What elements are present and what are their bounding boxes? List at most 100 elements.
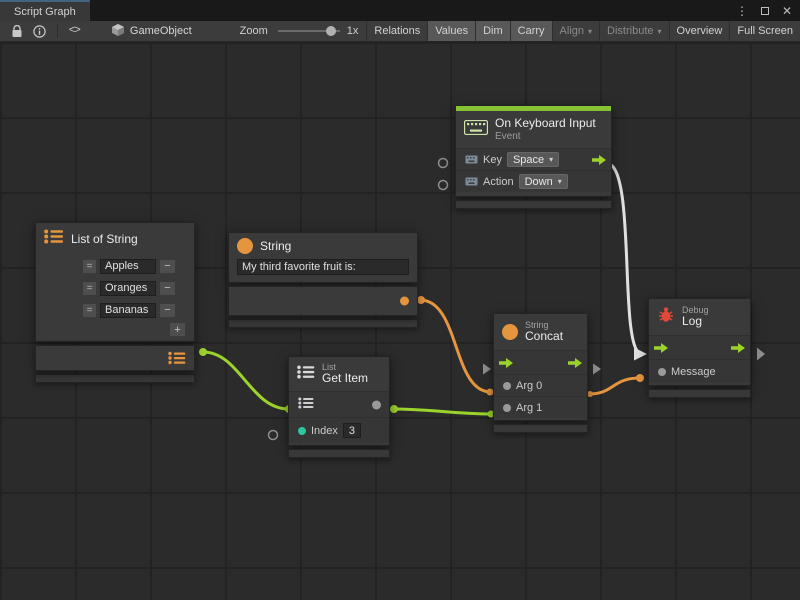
list-item-field[interactable]: Oranges [100,281,156,296]
fullscreen-button[interactable]: Full Screen [729,21,800,42]
overview-button[interactable]: Overview [669,21,730,42]
gameobject-selector[interactable]: GameObject [111,23,192,40]
list-icon [168,352,186,365]
key-dropdown-value: Space [513,154,544,166]
arg1-label: Arg 1 [516,402,542,414]
caret-down-icon: ▾ [658,27,662,36]
flow-in-port[interactable] [654,343,668,353]
carry-button[interactable]: Carry [510,21,552,42]
wire-endpoint-dot[interactable] [199,348,207,356]
node-on-keyboard-input[interactable]: On Keyboard Input Event Key Space ▾ [455,105,612,209]
add-item-button[interactable]: + [169,322,186,337]
reorder-handle[interactable]: = [82,259,97,274]
key-label: Key [483,154,502,166]
align-button[interactable]: Align ▾ [552,21,599,42]
list-item-field[interactable]: Apples [100,259,156,274]
graph-toolbar: <> GameObject Zoom 1x Relations Values D… [0,21,800,42]
code-icon[interactable]: <> [69,25,80,37]
cube-icon [111,23,125,40]
item-output-port[interactable] [372,400,381,409]
node-footer [493,424,588,433]
lock-icon[interactable] [11,25,23,38]
wire-endpoint-dot[interactable] [417,296,425,304]
remove-item-button[interactable]: − [159,259,176,274]
string-output-port[interactable] [400,297,409,306]
zoom-slider[interactable] [278,26,340,36]
index-input-port[interactable] [298,427,306,435]
flow-out-port[interactable] [731,343,745,353]
flow-out-port[interactable] [592,155,606,165]
wire-list-to-getitem[interactable] [203,352,289,409]
arg0-row: Arg 0 [494,374,587,396]
toolbar-buttons: Relations Values Dim Carry Align ▾ Distr… [366,21,800,42]
flow-out-triangle-log[interactable] [757,348,765,361]
unity-script-graph-window: Script Graph ⋮ ✕ <> GameObject Zoom 1x [0,0,800,600]
index-row: Index 3 [289,417,389,443]
relations-button[interactable]: Relations [366,21,427,42]
remove-item-button[interactable]: − [159,281,176,296]
node-string-literal[interactable]: String My third favorite fruit is: [228,232,418,328]
flow-in-port[interactable] [499,358,513,368]
menu-icon[interactable]: ⋮ [736,5,748,17]
wire-arrowhead-icon [634,348,647,361]
flow-out-port[interactable] [568,358,582,368]
index-value-field[interactable]: 3 [343,423,361,438]
wire-getitem-to-concat[interactable] [392,409,492,414]
unconnected-port-key[interactable] [439,159,448,168]
list-item-row: = Bananas − [36,299,194,321]
keycode-icon [465,151,478,169]
gameobject-label: GameObject [130,25,192,37]
wire-endpoint-dot[interactable] [636,374,644,382]
string-output-section [228,286,418,316]
info-icon[interactable] [33,25,46,38]
keyboard-icon [464,120,488,140]
unconnected-port-index[interactable] [269,431,278,440]
wire-concat-to-log[interactable] [589,378,640,394]
align-label: Align [560,25,584,37]
string-value-field[interactable]: My third favorite fruit is: [237,259,409,275]
message-input-port[interactable] [658,368,666,376]
close-icon[interactable]: ✕ [782,5,792,17]
node-footer [288,449,390,458]
arg0-input-port[interactable] [503,382,511,390]
node-concat[interactable]: String Concat Arg 0 [493,313,588,433]
wire-keyboard-to-log[interactable] [607,163,641,354]
node-footer [455,200,612,209]
bug-icon [657,306,675,328]
values-button[interactable]: Values [427,21,475,42]
flow-out-triangle-concat[interactable] [593,364,601,375]
distribute-label: Distribute [607,25,653,37]
list-item-field[interactable]: Bananas [100,303,156,318]
action-row: Action Down ▾ [456,170,611,192]
flow-row [494,350,587,374]
wire-string-to-concat[interactable] [420,300,491,392]
key-row: Key Space ▾ [456,148,611,170]
node-list-of-string[interactable]: List of String = Apples − = Oranges − = … [35,222,195,383]
node-get-item[interactable]: List Get Item Index 3 [288,356,390,458]
tab-title: Script Graph [14,6,76,18]
wire-endpoint-dot[interactable] [390,405,398,413]
action-dropdown[interactable]: Down ▾ [519,174,568,189]
zoom-slider-knob[interactable] [326,26,336,36]
reorder-handle[interactable]: = [82,303,97,318]
graph-canvas[interactable]: On Keyboard Input Event Key Space ▾ [0,42,800,600]
list-item-row: = Oranges − [36,277,194,299]
index-label: Index [311,425,338,437]
flow-in-triangle-concat[interactable] [483,364,491,375]
keycode-icon [465,173,478,191]
reorder-handle[interactable]: = [82,281,97,296]
maximize-icon[interactable] [761,5,769,17]
message-row: Message [649,359,750,383]
distribute-button[interactable]: Distribute ▾ [599,21,668,42]
toolbar-separator [57,24,58,38]
node-title: Concat [525,330,563,344]
maximize-box [761,7,769,15]
node-debug-log[interactable]: Debug Log Message [648,298,751,398]
zoom-label: Zoom [240,25,268,37]
tab-script-graph[interactable]: Script Graph [0,0,90,21]
key-dropdown[interactable]: Space ▾ [507,152,559,167]
arg1-input-port[interactable] [503,404,511,412]
unconnected-port-action[interactable] [439,181,448,190]
dim-button[interactable]: Dim [475,21,510,42]
remove-item-button[interactable]: − [159,303,176,318]
